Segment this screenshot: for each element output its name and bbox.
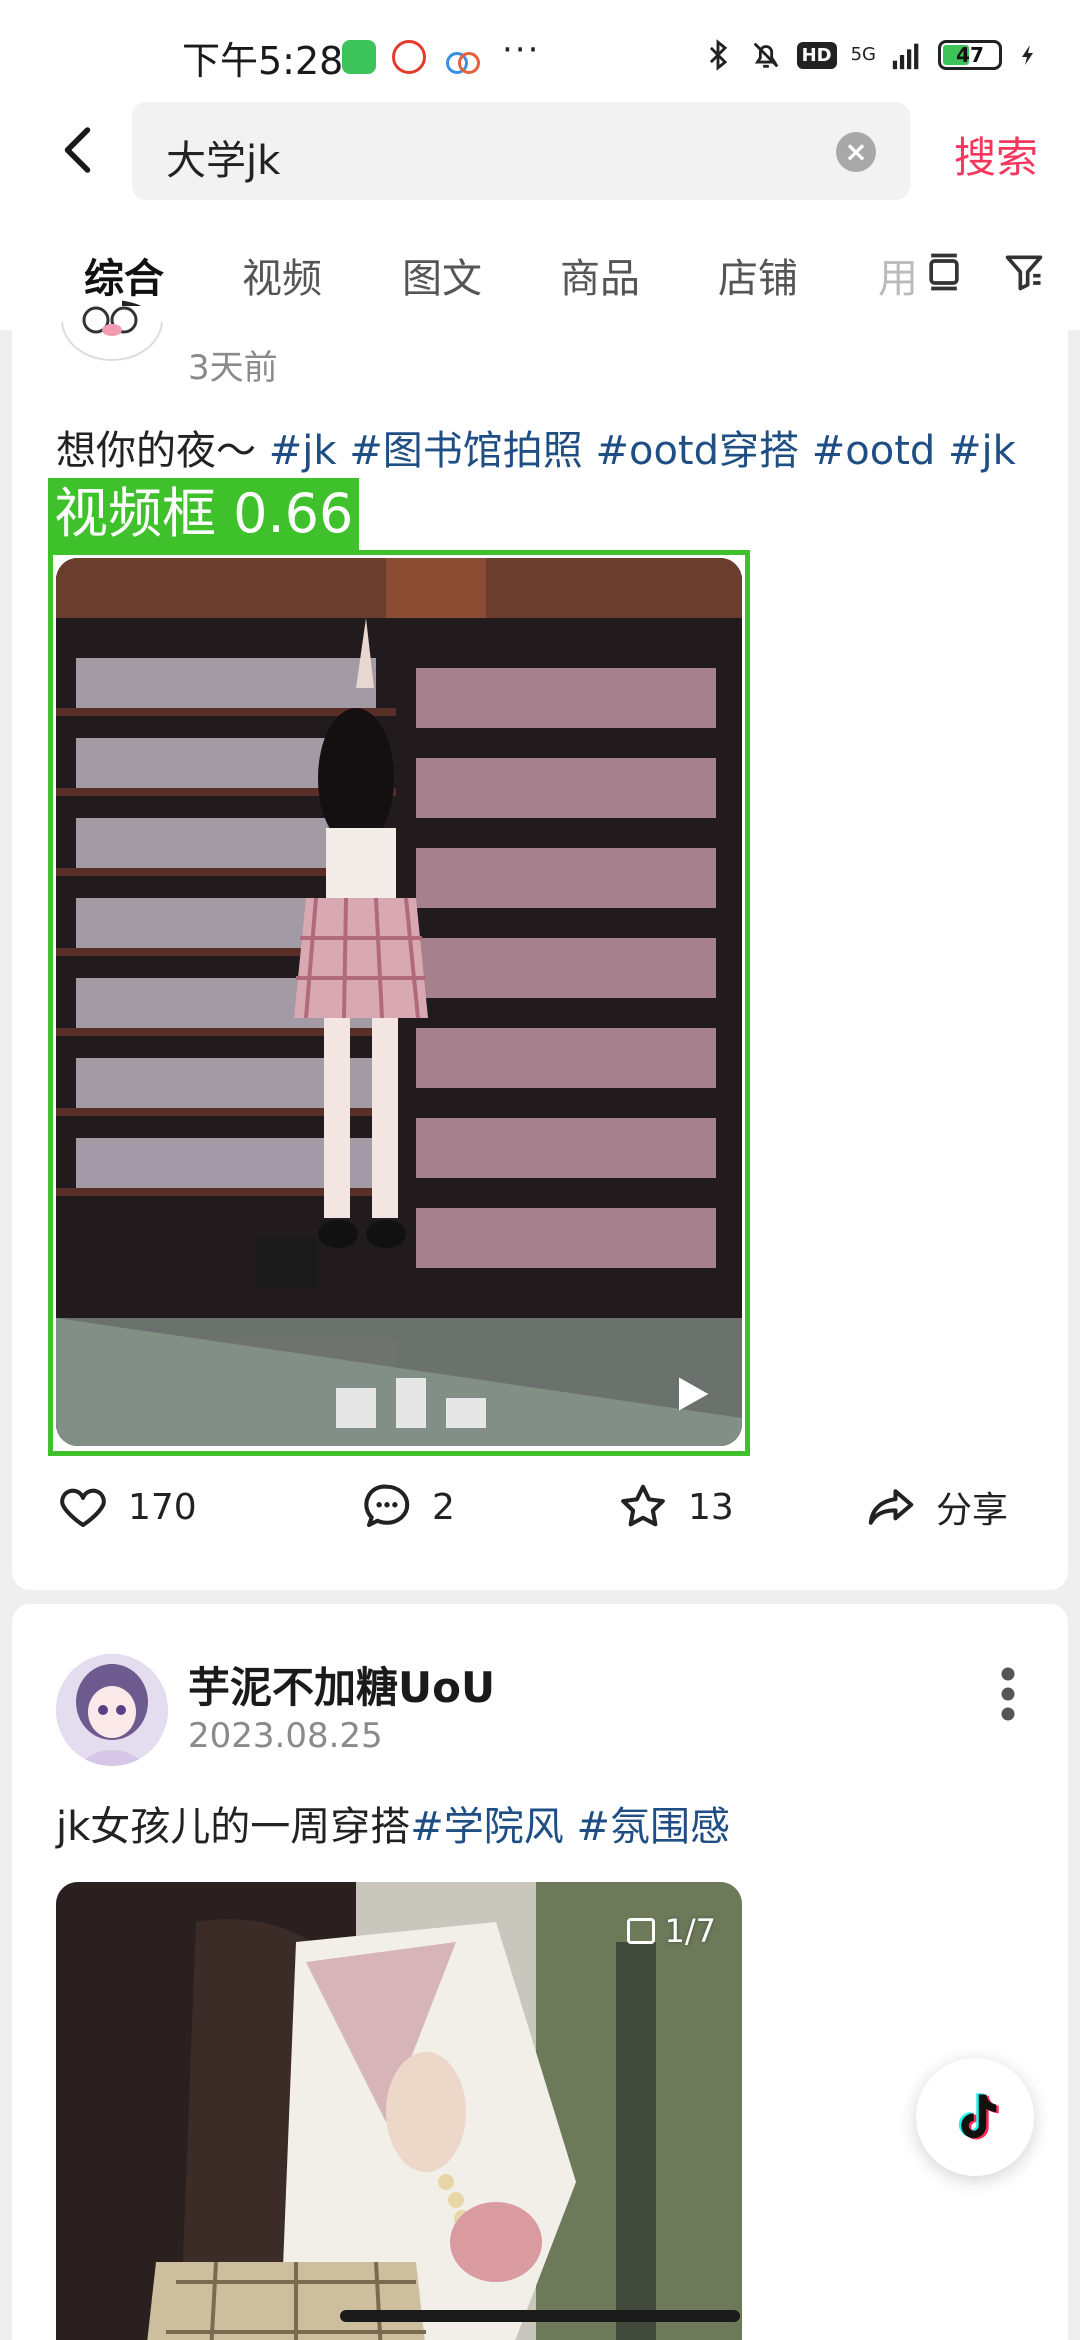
like-count: 170 — [128, 1486, 197, 1528]
home-indicator[interactable] — [340, 2310, 740, 2322]
video-thumbnail[interactable] — [56, 558, 742, 1446]
filter-icon[interactable] — [1002, 250, 1046, 294]
post-author[interactable]: 芋泥不加糖UoU — [188, 1654, 495, 1715]
avatar-illustration — [61, 300, 163, 361]
caption-text: jk女孩儿的一周穿搭 — [56, 1804, 411, 1850]
layout-toggle-icon[interactable] — [922, 250, 966, 294]
douyin-float-button[interactable] — [916, 2058, 1034, 2176]
star-icon — [621, 1484, 665, 1527]
post-date: 2023.08.25 — [188, 1716, 383, 1756]
search-input[interactable]: 大学jk × — [132, 102, 910, 200]
post-caption[interactable]: jk女孩儿的一周穿搭#学院风 #氛围感 — [56, 1794, 730, 1852]
app-notification-icon — [392, 40, 426, 74]
post-time: 3天前 — [188, 348, 278, 388]
clear-icon[interactable]: × — [836, 132, 876, 172]
page-count: 1/7 — [626, 1912, 717, 1950]
comment-button[interactable]: 2 — [360, 1480, 455, 1534]
outfit-photo-image — [56, 1882, 742, 2340]
search-header: 大学jk × 搜索 — [0, 100, 1080, 210]
tab-image-text[interactable]: 图文 — [402, 246, 482, 304]
gallery-icon — [626, 1918, 655, 1944]
tab-video[interactable]: 视频 — [242, 246, 322, 304]
tab-all[interactable]: 综合 — [84, 246, 164, 304]
battery-icon: 47 — [938, 40, 1002, 70]
more-options-icon[interactable] — [998, 1664, 1018, 1724]
image-thumbnail[interactable]: 1/7 — [56, 1882, 742, 2340]
more-notifications-icon: ··· — [502, 30, 541, 70]
caption-text: 想你的夜～ — [56, 428, 256, 474]
play-icon[interactable] — [668, 1372, 712, 1416]
mute-bell-icon — [753, 42, 778, 68]
post-actions: 170 2 13 分享 — [12, 1480, 1068, 1560]
status-time: 下午5:28 — [182, 39, 344, 83]
bluetooth-icon — [709, 39, 727, 71]
comment-count: 2 — [432, 1486, 455, 1528]
comment-icon — [364, 1484, 410, 1528]
battery-level: 47 — [956, 43, 984, 67]
share-icon — [868, 1489, 914, 1525]
favorite-button[interactable]: 13 — [616, 1480, 734, 1534]
page-count-text: 1/7 — [664, 1912, 717, 1950]
search-button[interactable]: 搜索 — [954, 124, 1038, 185]
tab-products[interactable]: 商品 — [560, 246, 640, 304]
post-card[interactable]: 3天前 想你的夜～ #jk #图书馆拍照 #ootd穿搭 #ootd #jk 视… — [12, 300, 1068, 1590]
share-label: 分享 — [936, 1490, 1009, 1531]
avatar[interactable] — [56, 1654, 168, 1766]
hd-badge: HD — [796, 41, 837, 69]
library-scene-image — [56, 558, 742, 1446]
app-notification-icon — [444, 40, 480, 74]
charging-icon — [1022, 45, 1033, 65]
avatar[interactable] — [56, 300, 168, 380]
share-button[interactable]: 分享 — [864, 1480, 1008, 1534]
avatar-illustration — [56, 1654, 168, 1766]
hashtag[interactable]: #图书馆拍照 — [349, 428, 583, 474]
douyin-logo-icon — [958, 2093, 999, 2140]
hashtag[interactable]: #jk — [269, 428, 337, 474]
hashtag[interactable]: #ootd穿搭 — [595, 428, 799, 474]
hashtag[interactable]: #氛围感 — [577, 1804, 731, 1850]
hashtag[interactable]: #ootd — [812, 428, 936, 474]
back-button[interactable] — [50, 120, 110, 180]
post-card[interactable]: 芋泥不加糖UoU 2023.08.25 jk女孩儿的一周穿搭#学院风 #氛围感 … — [12, 1604, 1068, 2340]
network-type: 5G — [850, 44, 876, 65]
post-caption[interactable]: 想你的夜～ #jk #图书馆拍照 #ootd穿搭 #ootd #jk — [56, 418, 1016, 476]
favorite-count: 13 — [688, 1486, 734, 1528]
status-bar: 下午5:28 ··· HD 5G 47 — [0, 0, 1080, 100]
hashtag[interactable]: #学院风 — [410, 1804, 564, 1850]
tab-shops[interactable]: 店铺 — [718, 246, 798, 304]
search-query: 大学jk — [166, 138, 281, 184]
app-notification-icon — [342, 40, 376, 74]
detection-label: 视频框 0.66 — [48, 478, 360, 550]
hashtag[interactable]: #jk — [948, 428, 1016, 474]
signal-icon — [892, 43, 919, 70]
like-button[interactable]: 170 — [56, 1480, 197, 1534]
tab-users[interactable]: 用 — [878, 246, 918, 304]
heart-icon — [60, 1488, 106, 1528]
